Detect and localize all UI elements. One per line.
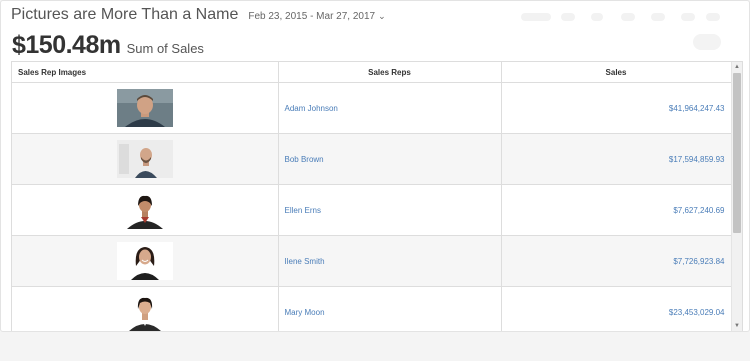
page-title: Pictures are More Than a Name — [11, 6, 239, 23]
vertical-scrollbar[interactable]: ▲ ▼ — [731, 62, 742, 331]
photo-cell — [12, 82, 279, 134]
photo-cell — [12, 235, 279, 287]
rep-sales[interactable]: $7,726,923.84 — [501, 235, 732, 287]
photo-cell — [12, 133, 279, 185]
faded-toggle — [693, 34, 721, 50]
rep-sales[interactable]: $41,964,247.43 — [501, 82, 732, 134]
kpi-value: $150.48m — [12, 31, 121, 59]
faded-toolbar-item — [651, 13, 665, 21]
table-header-row: Sales Rep Images Sales Reps Sales — [12, 62, 732, 83]
table-row[interactable]: Mary Moon $23,453,029.04 — [12, 286, 732, 331]
faded-toolbar-item — [621, 13, 635, 21]
dashboard-card: Pictures are More Than a Name Feb 23, 20… — [0, 0, 750, 332]
header: Pictures are More Than a Name Feb 23, 20… — [11, 6, 386, 24]
date-range-picker[interactable]: Feb 23, 2015 - Mar 27, 2017 ⌄ — [248, 11, 385, 22]
kpi-label: Sum of Sales — [126, 41, 204, 56]
chevron-down-icon: ⌄ — [378, 11, 386, 21]
date-range-label: Feb 23, 2015 - Mar 27, 2017 — [248, 11, 376, 22]
photo-cell — [12, 184, 279, 236]
rep-name[interactable]: Bob Brown — [278, 133, 502, 185]
rep-sales[interactable]: $17,594,859.93 — [501, 133, 732, 185]
kpi-summary: $150.48m Sum of Sales — [12, 31, 204, 60]
table-row[interactable]: Ellen Erns $7,627,240.69 — [12, 184, 732, 236]
table-row[interactable]: Ilene Smith $7,726,923.84 — [12, 235, 732, 287]
faded-toolbar-item — [521, 13, 551, 21]
column-header-sales[interactable]: Sales — [501, 62, 732, 83]
scroll-up-arrow-icon[interactable]: ▲ — [732, 62, 742, 72]
photo-adam-johnson — [116, 89, 173, 127]
sales-table: Sales Rep Images Sales Reps Sales Adam J… — [12, 62, 732, 331]
column-header-images[interactable]: Sales Rep Images — [12, 62, 279, 83]
rep-name[interactable]: Ilene Smith — [278, 235, 502, 287]
photo-ilene-smith — [116, 242, 173, 280]
faded-toolbar-item — [706, 13, 720, 21]
photo-mary-moon — [116, 293, 173, 331]
scroll-down-arrow-icon[interactable]: ▼ — [732, 321, 742, 331]
faded-toolbar-item — [681, 13, 695, 21]
column-header-reps[interactable]: Sales Reps — [278, 62, 502, 83]
table-row[interactable]: Bob Brown $17,594,859.93 — [12, 133, 732, 185]
scrollbar-thumb[interactable] — [733, 73, 741, 233]
rep-sales[interactable]: $7,627,240.69 — [501, 184, 732, 236]
rep-name[interactable]: Ellen Erns — [278, 184, 502, 236]
rep-name[interactable]: Adam Johnson — [278, 82, 502, 134]
rep-name[interactable]: Mary Moon — [278, 286, 502, 331]
photo-cell — [12, 286, 279, 331]
rep-sales[interactable]: $23,453,029.04 — [501, 286, 732, 331]
faded-toolbar-item — [591, 13, 603, 21]
table-row[interactable]: Adam Johnson $41,964,247.43 — [12, 82, 732, 134]
sales-table-container: Sales Rep Images Sales Reps Sales Adam J… — [11, 61, 743, 331]
photo-bob-brown — [116, 140, 173, 178]
faded-toolbar-item — [561, 13, 575, 21]
photo-ellen-erns — [116, 191, 173, 229]
